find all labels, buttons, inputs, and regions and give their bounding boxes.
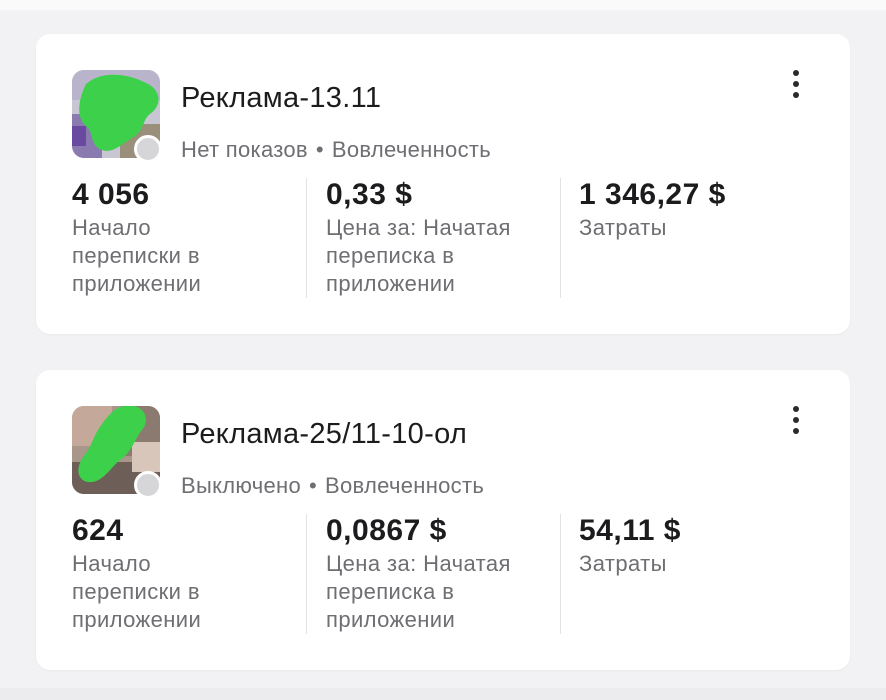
metric-cost-per-result: 0,33 $ Цена за: Начатая переписка в прил… bbox=[326, 178, 566, 298]
ad-title[interactable]: Реклама-13.11 bbox=[181, 82, 381, 115]
metric-label: Начало переписки в приложении bbox=[72, 551, 202, 632]
metric-label: Цена за: Начатая переписка в приложении bbox=[326, 551, 511, 632]
metric-value: 624 bbox=[72, 514, 124, 547]
ad-status: Выключено bbox=[181, 473, 301, 498]
metric-label: Затраты bbox=[579, 551, 667, 576]
divider bbox=[560, 178, 561, 298]
separator-dot: • bbox=[309, 473, 318, 498]
ad-subtitle: Нет показов • Вовлеченность bbox=[181, 137, 491, 163]
divider bbox=[560, 514, 561, 634]
metric-value: 1 346,27 $ bbox=[579, 178, 726, 211]
top-strip bbox=[0, 0, 886, 10]
metric-value: 0,33 $ bbox=[326, 178, 413, 211]
metric-label: Цена за: Начатая переписка в приложении bbox=[326, 215, 511, 296]
metric-spend: 54,11 $ Затраты bbox=[579, 514, 819, 578]
separator-dot: • bbox=[315, 137, 324, 162]
metric-value: 0,0867 $ bbox=[326, 514, 447, 547]
ad-subtitle: Выключено • Вовлеченность bbox=[181, 473, 484, 499]
bottom-strip bbox=[0, 688, 886, 700]
metric-value: 54,11 $ bbox=[579, 514, 681, 547]
more-vertical-icon[interactable] bbox=[782, 68, 810, 104]
metrics-row: 4 056 Начало переписки в приложении 0,33… bbox=[72, 178, 832, 298]
ad-card[interactable]: Реклама-25/11-10-ол Выключено • Вовлеченно… bbox=[36, 370, 850, 670]
metric-value: 4 056 bbox=[72, 178, 150, 211]
metrics-row: 624 Начало переписки в приложении 0,0867… bbox=[72, 514, 832, 634]
ad-status: Нет показов bbox=[181, 137, 308, 162]
ad-card[interactable]: Реклама-13.11 Нет показов • Вовлеченность … bbox=[36, 34, 850, 334]
metric-spend: 1 346,27 $ Затраты bbox=[579, 178, 819, 242]
metric-results: 4 056 Начало переписки в приложении bbox=[72, 178, 312, 298]
divider bbox=[306, 514, 307, 634]
ad-title[interactable]: Реклама-25/11-10-ол bbox=[181, 418, 467, 451]
status-dot-icon bbox=[134, 135, 162, 163]
metric-label: Начало переписки в приложении bbox=[72, 215, 202, 296]
divider bbox=[306, 178, 307, 298]
metric-results: 624 Начало переписки в приложении bbox=[72, 514, 312, 634]
ad-objective: Вовлеченность bbox=[325, 473, 485, 498]
metric-label: Затраты bbox=[579, 215, 667, 240]
ad-objective: Вовлеченность bbox=[331, 137, 492, 162]
more-vertical-icon[interactable] bbox=[782, 404, 810, 440]
metric-cost-per-result: 0,0867 $ Цена за: Начатая переписка в пр… bbox=[326, 514, 566, 634]
status-dot-icon bbox=[134, 471, 162, 499]
